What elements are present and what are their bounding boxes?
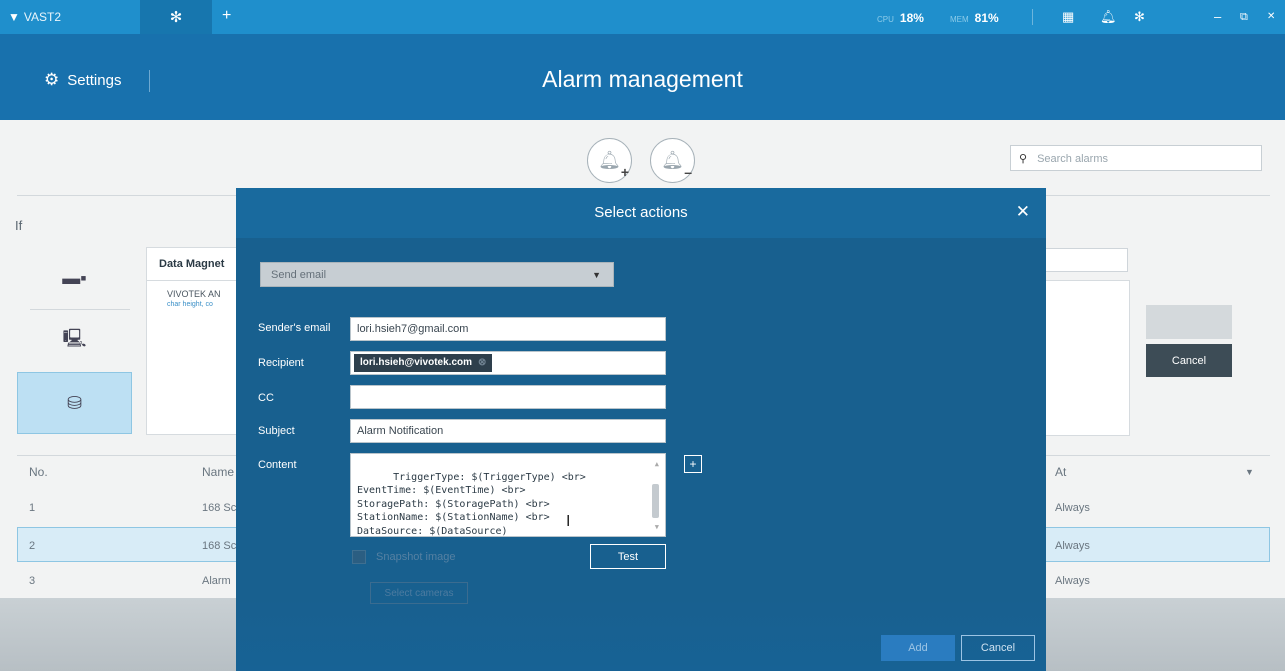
device-type-computer[interactable]: 🖳︎ [17,310,132,372]
select-actions-dialog: Select actions ✕ Send email ▼ Sender's e… [236,188,1046,671]
gear-icon: ✻ [169,9,183,26]
remove-alarm-button[interactable]: 🔔︎ – [650,138,695,183]
device-type-camera[interactable]: ▬▪ [17,247,132,309]
column-header-name[interactable]: Name [202,465,234,479]
sender-label: Sender's email [258,322,331,334]
scroll-up-icon[interactable]: ▲ [655,458,659,472]
camera-device-icon: ▬▪ [62,267,87,288]
add-alarm-button[interactable]: 🔔︎ + [587,138,632,183]
right-input[interactable] [1036,248,1128,272]
gear-icon[interactable]: ✻ [1134,9,1145,25]
scrollbar-thumb[interactable] [652,484,659,518]
app-name: VAST2 [23,10,62,24]
snapshot-checkbox[interactable] [352,550,366,564]
test-button[interactable]: Test [590,544,666,569]
computer-icon: 🖳︎ [62,328,87,348]
row-at: Always [1055,540,1090,552]
confirm-button[interactable] [1146,305,1232,339]
cancel-button[interactable]: Cancel [1146,344,1232,377]
cc-label: CC [258,392,274,404]
content-label: Content [258,459,297,471]
action-type-value: Send email [271,269,327,281]
top-bar: ▼ VAST2 ✻ + CPU 18% MEM 81% ▦ 🔔︎ ✻ – ⧉ ✕ [0,0,1285,34]
minimize-icon[interactable]: – [1214,9,1221,24]
cancel-button[interactable]: Cancel [961,635,1035,661]
bell-icon[interactable]: 🔔︎ [1100,9,1117,25]
column-menu-icon[interactable]: ▼ [1245,467,1254,477]
row-name: 168 Sc [202,540,237,552]
page-title: Alarm management [542,66,743,92]
memory-usage: MEM 81% [950,11,999,25]
sender-email-field[interactable]: lori.hsieh7@gmail.com [350,317,666,341]
action-type-select[interactable]: Send email ▼ [260,262,614,287]
close-icon[interactable]: ✕ [1267,11,1275,22]
bell-minus-icon: 🔔︎ [661,150,684,170]
subject-field[interactable]: Alarm Notification [350,419,666,443]
page-header: ⚙ Settings Alarm management [0,34,1285,120]
device-item-sub: char height, co [167,301,213,308]
row-at: Always [1055,502,1090,514]
recipient-field[interactable]: lori.hsieh@vivotek.com ⊗ [350,351,666,375]
add-tab-button[interactable]: + [222,7,231,25]
close-icon[interactable]: ✕ [1016,202,1030,222]
vivotek-logo-icon: ▼ [8,10,20,24]
divider [1032,9,1033,25]
snapshot-label: Snapshot image [376,551,456,563]
app-logo: ▼ VAST2 [8,10,61,24]
search-icon: ⚲ [1019,153,1028,165]
insert-variable-button[interactable]: + [684,455,702,473]
cc-field[interactable] [350,385,666,409]
device-type-storage[interactable]: ⛁ [17,372,132,434]
bell-plus-icon: 🔔︎ [598,150,621,170]
data-magnet-panel: Data Magnet VIVOTEK AN char height, co [146,247,246,435]
device-item-title[interactable]: VIVOTEK AN [147,281,245,299]
row-name: 168 Sc [202,502,237,514]
content-textarea[interactable]: TriggerType: $(TriggerType) <br> EventTi… [350,453,666,537]
usb-storage-icon: ⛁ [66,392,83,413]
tab-settings[interactable]: ✻ [140,0,212,34]
cpu-usage: CPU 18% [877,11,924,25]
if-label: If [15,218,23,233]
recipient-chip-label: lori.hsieh@vivotek.com [360,357,473,368]
grid-icon[interactable]: ▦ [1062,9,1074,25]
row-no: 2 [29,540,36,552]
restore-icon[interactable]: ⧉ [1240,11,1248,24]
plus-icon: + [689,457,697,471]
recipient-label: Recipient [258,357,304,369]
add-button[interactable]: Add [881,635,955,661]
chevron-down-icon: ▼ [592,270,601,280]
column-header-no[interactable]: No. [29,465,48,479]
remove-chip-icon[interactable]: ⊗ [478,357,486,368]
text-cursor-icon: I [566,513,571,530]
column-header-at[interactable]: At [1055,465,1066,479]
dialog-body: Send email ▼ Sender's email lori.hsieh7@… [236,238,1046,671]
search-placeholder: Search alarms [1037,153,1108,165]
row-at: Always [1055,575,1090,587]
search-input[interactable]: ⚲ Search alarms [1010,145,1262,171]
content-text: TriggerType: $(TriggerType) <br> EventTi… [357,471,586,537]
scroll-down-icon[interactable]: ▼ [655,521,659,535]
recipient-chip[interactable]: lori.hsieh@vivotek.com ⊗ [354,354,493,372]
dialog-title: Select actions [594,204,688,221]
row-name: Alarm [202,575,231,587]
panel-title: Data Magnet [147,248,245,281]
row-no: 1 [29,502,36,514]
right-list-panel [1036,280,1130,436]
row-no: 3 [29,575,36,587]
subject-label: Subject [258,425,295,437]
